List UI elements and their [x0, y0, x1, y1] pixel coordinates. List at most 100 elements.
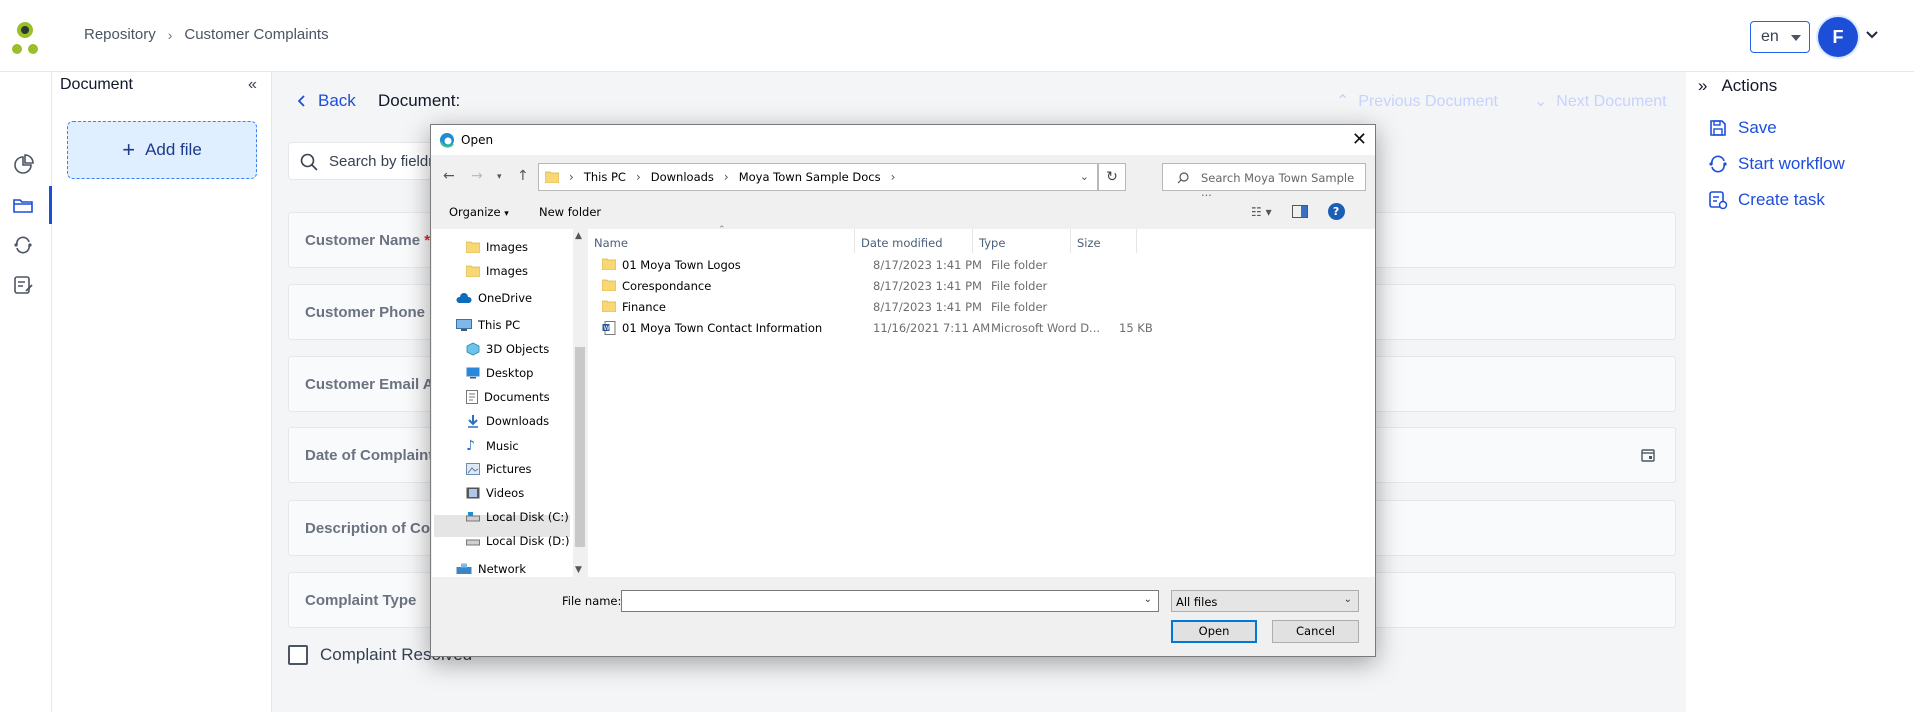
file-name: 01 Moya Town Contact Information: [622, 321, 823, 335]
nav-item-label: Images: [486, 264, 529, 278]
chevron-left-icon: [298, 95, 305, 107]
breadcrumb-repository[interactable]: Repository: [84, 26, 156, 43]
forward-arrow-icon[interactable]: →: [471, 168, 483, 184]
add-file-label: Add file: [145, 140, 202, 159]
nav-item-pictures[interactable]: Pictures: [466, 462, 532, 476]
collapse-left-icon[interactable]: «: [248, 76, 257, 94]
refresh-icon[interactable]: ↻: [1098, 163, 1126, 191]
previous-document-button[interactable]: ⌃ Previous Document: [1336, 91, 1498, 111]
file-row[interactable]: 01 Moya Town Logos 8/17/2023 1:41 PM Fil…: [596, 255, 1366, 275]
complaint-resolved-checkbox[interactable]: [288, 645, 308, 665]
document-label: Document:: [378, 91, 461, 110]
videos-icon: [466, 487, 480, 499]
nav-item-3d-objects[interactable]: 3D Objects: [466, 342, 549, 356]
new-folder-button[interactable]: New folder: [539, 205, 601, 219]
customer-phone-label: Customer Phone Nu: [305, 304, 450, 321]
nav-item-images[interactable]: Images: [466, 240, 528, 254]
network-icon: [456, 563, 472, 574]
column-header-name[interactable]: Name ⌃: [588, 225, 855, 253]
scroll-up-icon[interactable]: ▲: [575, 231, 582, 241]
cancel-button[interactable]: Cancel: [1272, 620, 1359, 643]
expand-right-icon[interactable]: »: [1698, 76, 1707, 96]
nav-item-images[interactable]: Images: [466, 264, 528, 278]
next-document-button[interactable]: ⌄ Next Document: [1534, 91, 1667, 111]
open-button[interactable]: Open: [1171, 620, 1257, 643]
preview-pane-icon[interactable]: [1291, 205, 1308, 218]
create-task-button[interactable]: Create task: [1708, 190, 1825, 210]
chevron-down-icon: ⌄: [1343, 594, 1352, 605]
dialog-search-input[interactable]: Search Moya Town Sample ...: [1162, 163, 1366, 199]
file-type: Microsoft Word D...: [991, 321, 1101, 335]
folder-icon[interactable]: [12, 194, 34, 216]
path-moya-town-sample-docs[interactable]: Moya Town Sample Docs: [739, 170, 881, 184]
edge-browser-icon: [440, 133, 454, 148]
field-search-input[interactable]: Search by fieldn: [288, 142, 448, 180]
back-arrow-icon[interactable]: ←: [443, 168, 455, 184]
tasks-icon[interactable]: [12, 274, 34, 296]
nav-item-documents[interactable]: Documents: [466, 390, 550, 404]
path-downloads[interactable]: Downloads: [651, 170, 714, 184]
date-of-complaint-label: Date of Complaint: [305, 447, 434, 464]
nav-item-downloads[interactable]: Downloads: [466, 414, 549, 428]
up-arrow-icon[interactable]: ↑: [517, 168, 529, 184]
path-separator-icon: ›: [635, 170, 641, 184]
scroll-down-icon[interactable]: ▼: [575, 565, 582, 575]
nav-item-label: Images: [486, 240, 529, 254]
file-date: 8/17/2023 1:41 PM: [873, 300, 982, 314]
file-list: Name ⌃ Date modified Type Size 01 Moya T…: [588, 225, 1375, 577]
user-avatar[interactable]: F: [1818, 17, 1858, 57]
breadcrumb: Repository › Customer Complaints: [84, 26, 329, 43]
dialog-titlebar[interactable]: Open ✕: [431, 125, 1375, 155]
back-button[interactable]: Back: [298, 91, 356, 111]
drive-icon: [466, 539, 480, 546]
start-workflow-button[interactable]: Start workflow: [1708, 154, 1845, 174]
nav-item-music[interactable]: ♪ Music: [466, 438, 519, 454]
customer-name-label: Customer Name: [305, 232, 421, 249]
workflow-icon[interactable]: [12, 234, 34, 256]
document-panel: Document « + Add file: [52, 72, 272, 712]
chevron-down-icon: ⌄: [1534, 93, 1548, 110]
nav-item-this-pc[interactable]: This PC: [456, 318, 520, 332]
save-button[interactable]: Save: [1708, 118, 1777, 138]
folder-icon: [602, 279, 616, 291]
nav-item-onedrive[interactable]: OneDrive: [456, 291, 532, 305]
file-row[interactable]: Finance 8/17/2023 1:41 PM File folder: [596, 297, 1366, 317]
address-bar[interactable]: › This PC › Downloads › Moya Town Sample…: [538, 163, 1098, 191]
navigation-scrollbar[interactable]: ▲ ▼: [573, 229, 587, 577]
path-this-pc[interactable]: This PC: [584, 170, 626, 184]
nav-item-network[interactable]: Network: [456, 562, 526, 576]
nav-item-videos[interactable]: Videos: [466, 486, 524, 500]
column-header-size[interactable]: Size: [1071, 229, 1137, 253]
column-header-type[interactable]: Type: [973, 229, 1071, 253]
scrollbar-thumb[interactable]: [575, 347, 585, 547]
field-search-placeholder: Search by fieldn: [329, 153, 437, 170]
file-row[interactable]: Corespondance 8/17/2023 1:41 PM File fol…: [596, 276, 1366, 296]
computer-icon: [456, 318, 472, 331]
language-select[interactable]: en: [1750, 21, 1810, 53]
file-type-filter[interactable]: All files ⌄: [1171, 590, 1359, 612]
file-row[interactable]: W 01 Moya Town Contact Information 11/16…: [596, 318, 1366, 338]
help-icon[interactable]: ?: [1327, 203, 1345, 220]
add-file-button[interactable]: + Add file: [67, 121, 257, 179]
dashboard-pie-icon[interactable]: [12, 154, 34, 176]
organize-button[interactable]: Organize ▾: [449, 205, 509, 219]
drive-icon: [466, 512, 480, 522]
nav-item-label: Documents: [484, 390, 550, 404]
breadcrumb-customer-complaints[interactable]: Customer Complaints: [184, 26, 328, 43]
app-logo[interactable]: [10, 20, 40, 56]
nav-item-local-disk-d[interactable]: Local Disk (D:): [466, 534, 570, 548]
calendar-icon[interactable]: [1641, 448, 1655, 462]
recent-locations-icon[interactable]: ▾: [497, 172, 502, 182]
chevron-down-icon[interactable]: [1866, 30, 1878, 40]
path-separator-icon: ›: [723, 170, 729, 184]
chevron-down-icon[interactable]: ⌄: [1144, 594, 1152, 605]
nav-item-local-disk-c[interactable]: Local Disk (C:): [466, 510, 569, 524]
file-name: Corespondance: [622, 279, 712, 293]
chevron-down-icon[interactable]: ⌄: [1080, 170, 1089, 183]
file-name-input[interactable]: ⌄: [621, 590, 1159, 612]
view-options-icon[interactable]: ☷ ▾: [1251, 205, 1272, 219]
close-icon[interactable]: ✕: [1352, 129, 1367, 150]
column-header-date[interactable]: Date modified: [855, 229, 973, 253]
nav-item-desktop[interactable]: Desktop: [466, 366, 533, 380]
workflow-icon: [1709, 155, 1727, 173]
